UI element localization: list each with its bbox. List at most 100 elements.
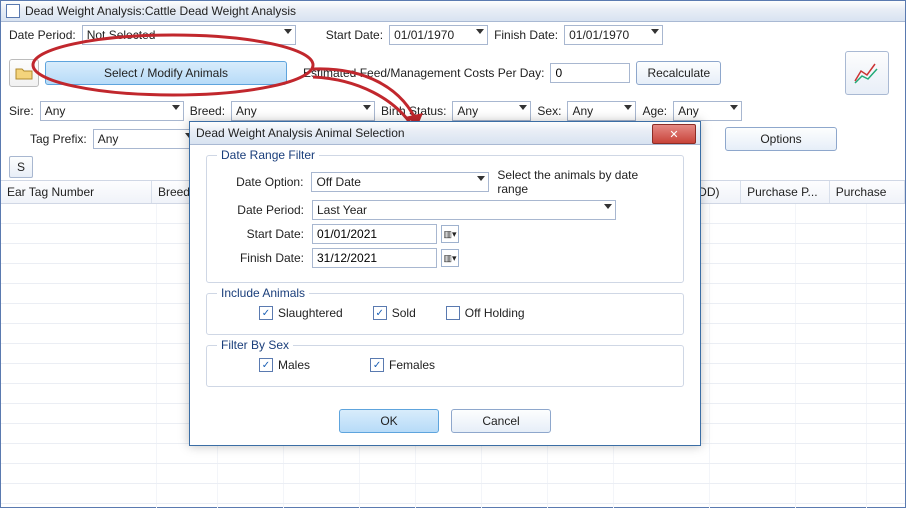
slaughtered-checkbox[interactable]: Slaughtered <box>259 306 343 320</box>
sex-combo[interactable]: Any <box>567 101 636 121</box>
age-label: Age: <box>642 104 667 118</box>
cancel-button[interactable]: Cancel <box>451 409 551 433</box>
breed-value: Any <box>236 104 257 118</box>
ok-button[interactable]: OK <box>339 409 439 433</box>
chevron-down-icon <box>651 29 659 34</box>
date-period-combo[interactable]: Not Selected <box>82 25 296 45</box>
col-purchase-p[interactable]: Purchase P... <box>741 181 830 203</box>
females-checkbox[interactable]: Females <box>370 358 435 372</box>
birth-status-combo[interactable]: Any <box>452 101 531 121</box>
filter-by-sex-title: Filter By Sex <box>217 338 293 352</box>
age-value: Any <box>678 104 699 118</box>
tag-prefix-combo[interactable]: Any <box>93 129 197 149</box>
filter-row-actions: Select / Modify Animals Estimated Feed/M… <box>1 48 905 98</box>
sold-label: Sold <box>392 306 416 320</box>
birth-status-label: Birth Status: <box>381 104 446 118</box>
filter-by-sex-group: Filter By Sex Males Females <box>206 345 684 387</box>
date-range-group: Date Range Filter Date Option: Off Date … <box>206 155 684 283</box>
main-window: Dead Weight Analysis:Cattle Dead Weight … <box>0 0 906 508</box>
col-ear-tag[interactable]: Ear Tag Number <box>1 181 152 203</box>
dlg-date-period-combo[interactable]: Last Year <box>312 200 616 220</box>
date-range-title: Date Range Filter <box>217 148 319 162</box>
s-button[interactable]: S <box>9 156 33 178</box>
chevron-down-icon <box>477 176 485 181</box>
app-icon <box>6 4 20 18</box>
sex-label: Sex: <box>537 104 561 118</box>
sire-combo[interactable]: Any <box>40 101 184 121</box>
checkbox-icon <box>259 306 273 320</box>
folder-icon <box>15 66 33 80</box>
table-row[interactable] <box>1 484 905 504</box>
birth-status-value: Any <box>457 104 478 118</box>
checkbox-icon <box>259 358 273 372</box>
dlg-finish-date-label: Finish Date: <box>219 251 304 265</box>
filter-row-dates: Date Period: Not Selected Start Date: 01… <box>1 22 905 48</box>
table-row[interactable] <box>1 464 905 484</box>
finish-date-label: Finish Date: <box>494 28 558 42</box>
dlg-start-date-input[interactable] <box>312 224 437 244</box>
tag-prefix-label: Tag Prefix: <box>30 132 87 146</box>
select-modify-animals-button[interactable]: Select / Modify Animals <box>45 61 287 85</box>
options-label: Options <box>760 132 801 146</box>
females-label: Females <box>389 358 435 372</box>
dlg-finish-date-input[interactable] <box>312 248 437 268</box>
breed-label: Breed: <box>190 104 225 118</box>
est-cost-label: Estimated Feed/Management Costs Per Day: <box>303 66 544 80</box>
options-button[interactable]: Options <box>725 127 837 151</box>
date-option-label: Date Option: <box>219 175 303 189</box>
checkbox-icon <box>370 358 384 372</box>
calendar-icon[interactable]: ▥▾ <box>441 249 459 267</box>
finish-date-combo[interactable]: 01/01/1970 <box>564 25 663 45</box>
table-row[interactable] <box>1 444 905 464</box>
select-modify-animals-label: Select / Modify Animals <box>104 66 228 80</box>
tag-prefix-value: Any <box>98 132 119 146</box>
sex-value: Any <box>572 104 593 118</box>
dialog-close-button[interactable]: ✕ <box>652 124 696 144</box>
breed-combo[interactable]: Any <box>231 101 375 121</box>
date-option-hint: Select the animals by date range <box>497 168 671 196</box>
start-date-label: Start Date: <box>326 28 383 42</box>
finish-date-value: 01/01/1970 <box>569 28 629 42</box>
dialog-title: Dead Weight Analysis Animal Selection <box>196 126 405 140</box>
col-purchase[interactable]: Purchase <box>830 181 905 203</box>
date-period-value: Not Selected <box>87 28 156 42</box>
chevron-down-icon <box>624 105 632 110</box>
chevron-down-icon <box>172 105 180 110</box>
chart-icon-button[interactable] <box>845 51 889 95</box>
animal-selection-dialog: Dead Weight Analysis Animal Selection ✕ … <box>189 121 701 446</box>
chevron-down-icon <box>730 105 738 110</box>
chevron-down-icon <box>284 29 292 34</box>
sold-checkbox[interactable]: Sold <box>373 306 416 320</box>
dialog-titlebar: Dead Weight Analysis Animal Selection ✕ <box>190 122 700 145</box>
males-checkbox[interactable]: Males <box>259 358 310 372</box>
males-label: Males <box>278 358 310 372</box>
ok-label: OK <box>380 414 397 428</box>
dialog-footer: OK Cancel <box>190 403 700 445</box>
calendar-icon[interactable]: ▥▾ <box>441 225 459 243</box>
table-row[interactable] <box>1 504 905 508</box>
dialog-body: Date Range Filter Date Option: Off Date … <box>190 145 700 403</box>
est-cost-input[interactable] <box>550 63 630 83</box>
chevron-down-icon <box>519 105 527 110</box>
sire-value: Any <box>45 104 66 118</box>
chevron-down-icon <box>604 204 612 209</box>
include-animals-title: Include Animals <box>217 286 309 300</box>
recalculate-label: Recalculate <box>647 66 710 80</box>
date-option-combo[interactable]: Off Date <box>311 172 489 192</box>
start-date-value: 01/01/1970 <box>394 28 454 42</box>
window-title: Dead Weight Analysis:Cattle Dead Weight … <box>25 4 296 18</box>
offholding-checkbox[interactable]: Off Holding <box>446 306 525 320</box>
checkbox-icon <box>373 306 387 320</box>
start-date-combo[interactable]: 01/01/1970 <box>389 25 488 45</box>
close-icon: ✕ <box>669 128 678 141</box>
chart-icon <box>853 61 881 85</box>
folder-icon-button[interactable] <box>9 59 39 87</box>
recalculate-button[interactable]: Recalculate <box>636 61 721 85</box>
cancel-label: Cancel <box>482 414 519 428</box>
checkbox-icon <box>446 306 460 320</box>
age-combo[interactable]: Any <box>673 101 742 121</box>
chevron-down-icon <box>363 105 371 110</box>
s-label: S <box>17 160 25 174</box>
date-period-label: Date Period: <box>9 28 76 42</box>
offholding-label: Off Holding <box>465 306 525 320</box>
